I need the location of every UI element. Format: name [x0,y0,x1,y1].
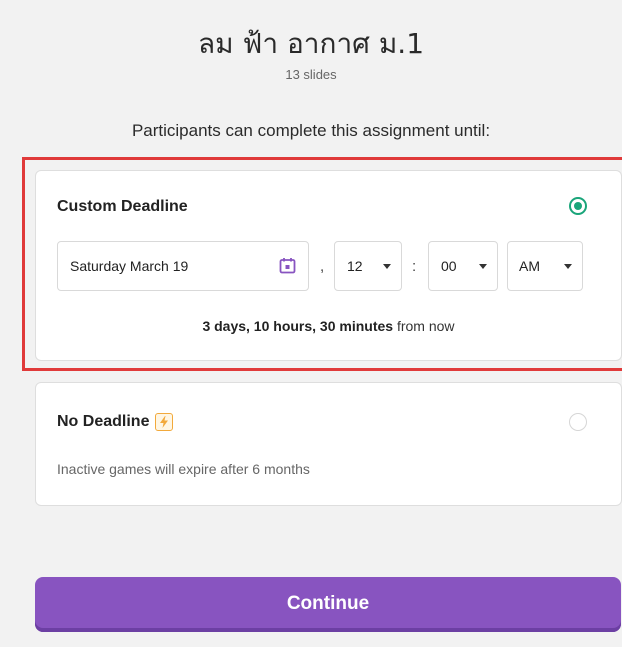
custom-deadline-radio[interactable] [569,197,587,215]
no-deadline-radio[interactable] [569,413,587,431]
no-deadline-option[interactable]: No Deadline Inactive games will expire a… [35,382,622,506]
no-deadline-title: No Deadline [57,413,150,430]
no-deadline-title-row: No Deadline [57,413,174,431]
hour-value: 12 [347,258,363,274]
time-separator: : [412,258,417,275]
no-deadline-description: Inactive games will expire after 6 month… [57,461,310,477]
time-remaining-value: 3 days, 10 hours, 30 minutes [202,318,394,334]
hour-select[interactable]: 12 [334,241,402,291]
custom-deadline-option[interactable]: Custom Deadline Saturday March 19 , 12 :… [35,170,622,361]
date-picker[interactable]: Saturday March 19 [57,241,309,291]
date-time-separator: , [320,258,325,275]
minute-value: 00 [441,258,457,274]
calendar-icon[interactable] [279,257,296,277]
continue-button[interactable]: Continue [35,577,621,632]
time-remaining-suffix: from now [396,318,455,334]
page-title: ลม ฟ้า อากาศ ม.1 [197,27,425,60]
slide-count: 13 slides [285,67,337,82]
deadline-prompt: Participants can complete this assignmen… [131,121,491,140]
time-remaining: 3 days, 10 hours, 30 minutes from now [36,318,621,334]
lightning-bolt-icon [155,413,174,431]
ampm-value: AM [519,258,540,274]
chevron-down-icon [383,264,391,269]
date-value: Saturday March 19 [70,258,189,274]
chevron-down-icon [479,264,487,269]
chevron-down-icon [564,264,572,269]
ampm-select[interactable]: AM [507,241,583,291]
custom-deadline-title: Custom Deadline [57,198,188,215]
minute-select[interactable]: 00 [428,241,498,291]
